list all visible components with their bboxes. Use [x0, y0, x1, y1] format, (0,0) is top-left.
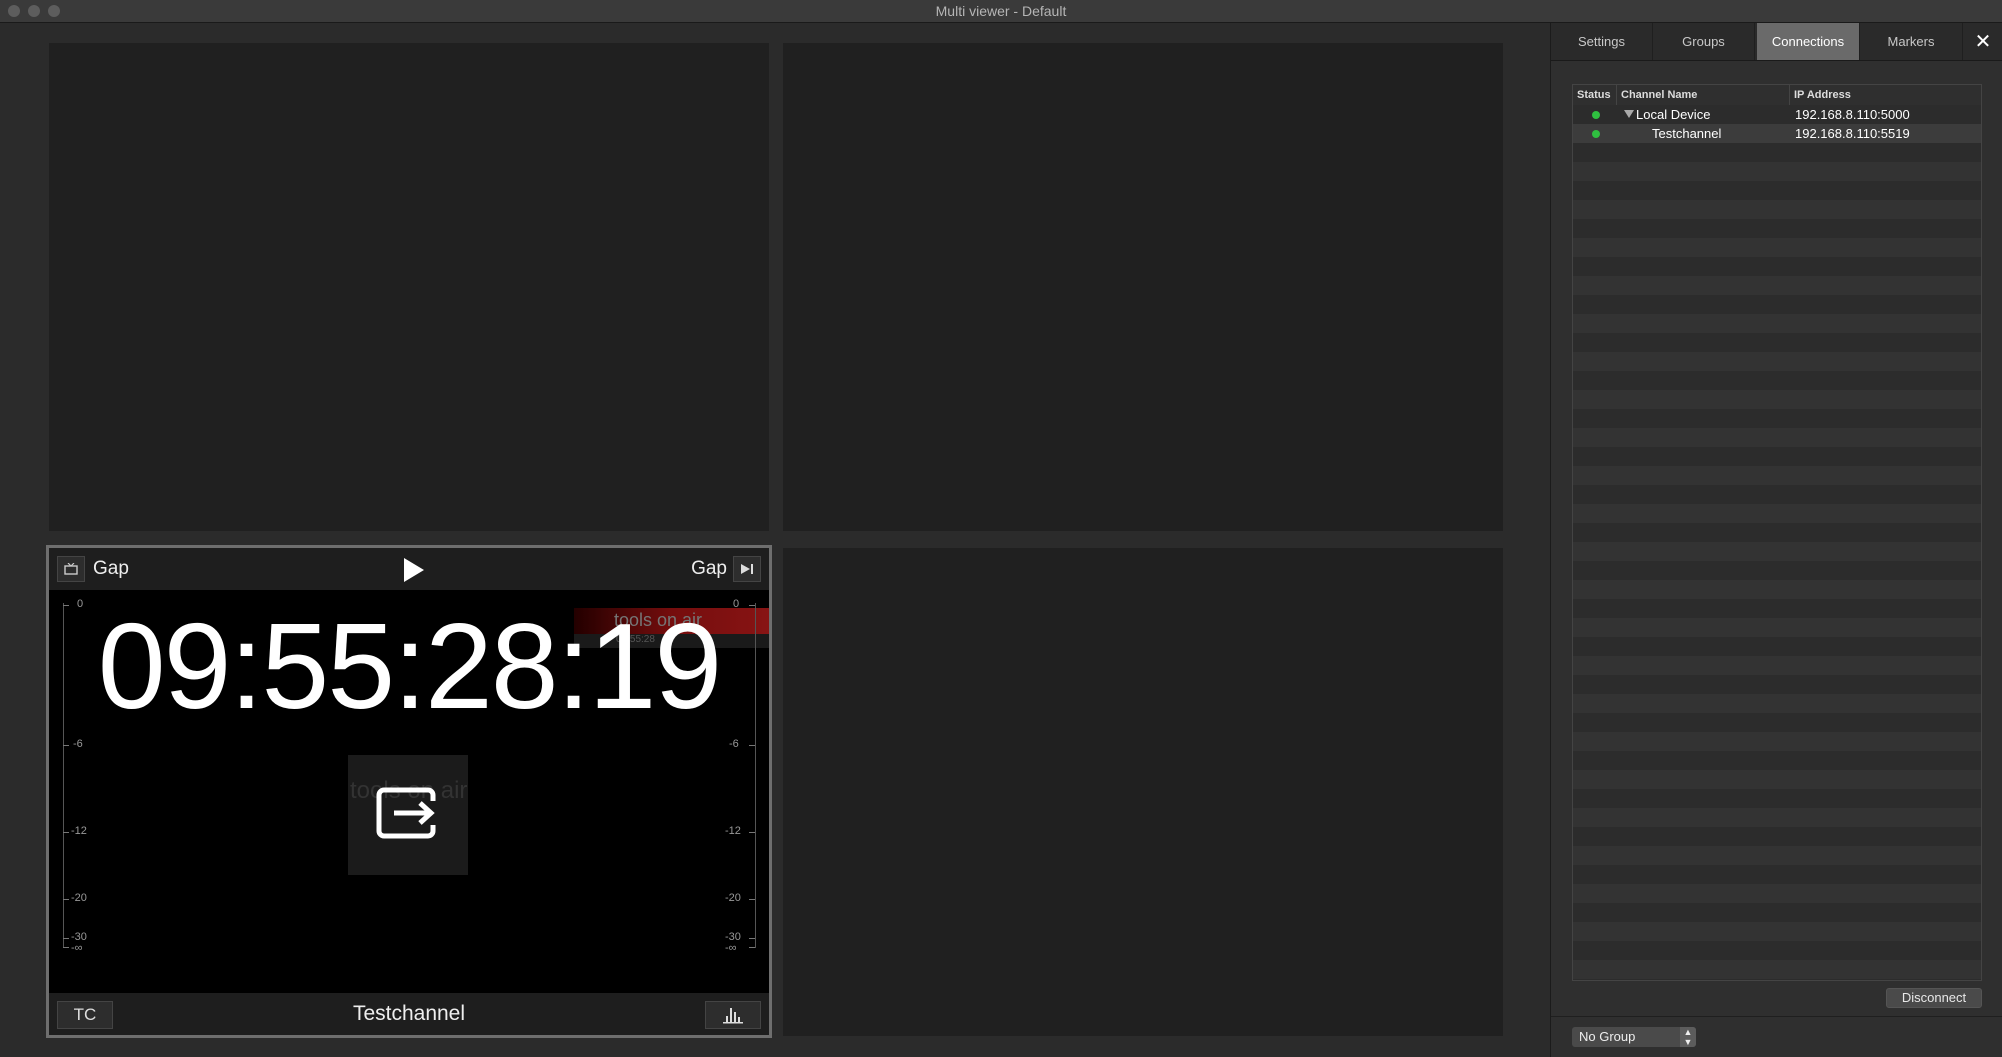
row-ip-address: 192.168.8.110:5000	[1795, 107, 1910, 122]
audio-levels-button[interactable]	[705, 1001, 761, 1029]
tab-groups[interactable]: Groups	[1653, 23, 1755, 60]
tab-markers[interactable]: Markers	[1860, 23, 1963, 60]
close-icon[interactable]: ✕	[1963, 23, 2002, 60]
tab-settings[interactable]: Settings	[1551, 23, 1653, 60]
group-select-value: No Group	[1579, 1029, 1636, 1044]
panel-tabs: Settings Groups Connections Markers ✕	[1551, 23, 2002, 61]
timecode-display: 09:55:28:19	[97, 598, 723, 734]
skip-next-button[interactable]	[733, 556, 761, 582]
channel-footer: TC Testchannel	[49, 993, 769, 1035]
next-item-label: Gap	[691, 558, 727, 579]
output-route-icon	[376, 787, 438, 839]
viewer-slot-4[interactable]	[783, 548, 1503, 1036]
panel-divider	[1551, 1016, 2002, 1017]
table-header: Status Channel Name IP Address	[1573, 85, 1981, 106]
bar-chart-icon	[723, 1008, 743, 1024]
status-online-icon	[1592, 130, 1600, 138]
status-online-icon	[1592, 111, 1600, 119]
row-channel-name: Testchannel	[1652, 126, 1722, 141]
channel-thumbnail[interactable]: tools on air	[348, 755, 468, 875]
skip-next-icon	[741, 564, 753, 574]
group-select[interactable]: No Group ▲ ▼	[1572, 1027, 1696, 1047]
viewer-slot-1[interactable]	[49, 43, 769, 531]
window-title: Multi viewer - Default	[935, 3, 1067, 19]
audio-meter-left: 0 -6 -12 -20 -30 -∞	[59, 598, 119, 954]
disconnect-button[interactable]: Disconnect	[1886, 988, 1982, 1008]
title-bar: Multi viewer - Default	[0, 0, 2002, 23]
table-row[interactable]: Local Device 192.168.8.110:5000	[1573, 105, 1981, 124]
play-icon[interactable]	[402, 557, 426, 583]
column-ip-address[interactable]: IP Address	[1790, 85, 1981, 105]
viewer-slot-testchannel[interactable]: Gap Gap tools on air 09:55:28 09:55:28:1…	[46, 545, 772, 1038]
row-ip-address: 192.168.8.110:5519	[1795, 126, 1910, 141]
audio-meter-right: 0 -6 -12 -20 -30 -∞	[725, 598, 789, 954]
column-status[interactable]: Status	[1573, 85, 1617, 105]
row-channel-name: Local Device	[1636, 107, 1711, 122]
channel-header: Gap Gap	[49, 548, 769, 590]
column-channel-name[interactable]: Channel Name	[1617, 85, 1790, 105]
side-panel: Settings Groups Connections Markers ✕ St…	[1550, 23, 2002, 1057]
channel-name: Testchannel	[352, 1002, 466, 1025]
disclosure-triangle-icon[interactable]	[1624, 110, 1634, 118]
tv-icon-button[interactable]	[57, 556, 85, 582]
connections-table: Status Channel Name IP Address Local Dev…	[1572, 84, 1982, 981]
viewer-slot-2[interactable]	[783, 43, 1503, 531]
select-stepper-icon: ▲ ▼	[1680, 1027, 1696, 1047]
table-row[interactable]: Testchannel 192.168.8.110:5519	[1573, 124, 1981, 143]
current-item-label: Gap	[93, 558, 129, 579]
tab-connections[interactable]: Connections	[1757, 23, 1860, 60]
table-body	[1573, 105, 1981, 980]
tv-icon	[64, 563, 78, 575]
multiviewer-grid: Gap Gap tools on air 09:55:28 09:55:28:1…	[0, 23, 1550, 1057]
